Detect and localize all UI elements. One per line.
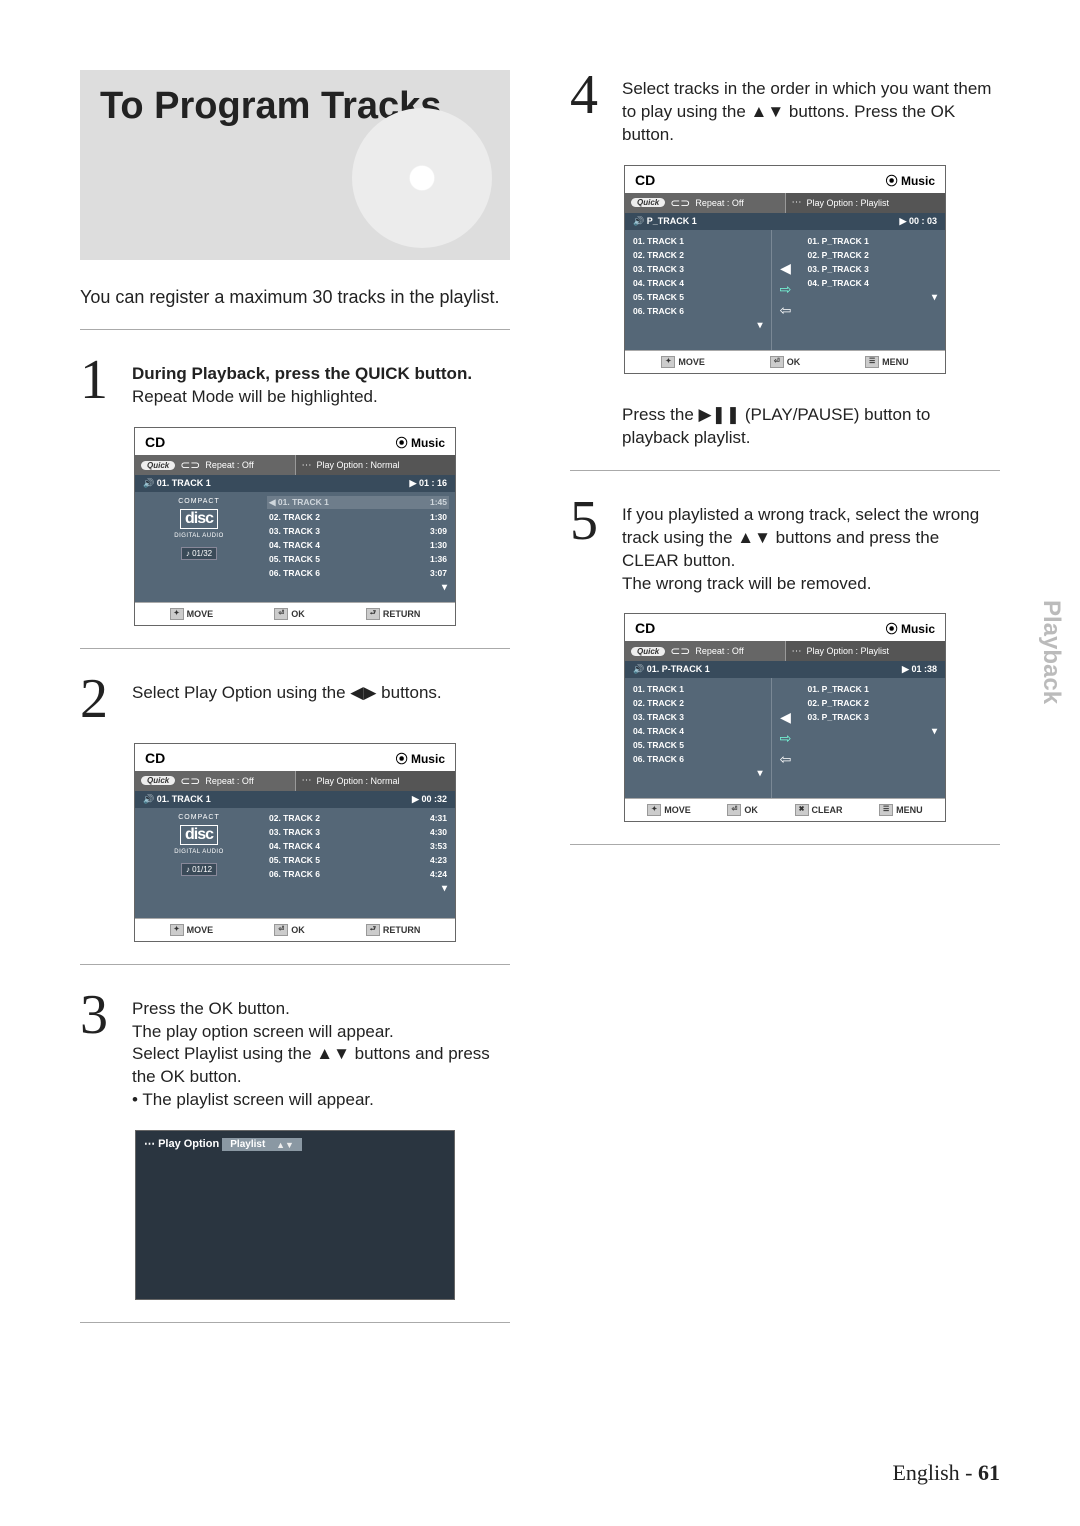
track-row: 02. TRACK 24:31 (267, 812, 449, 824)
track-row: 04. TRACK 4 (631, 277, 765, 289)
divider (80, 648, 510, 649)
track-row: 06. TRACK 64:24 (267, 868, 449, 880)
track-row: 02. P_TRACK 2 (806, 249, 940, 261)
arrow-right-icon: ⇨ (780, 281, 792, 298)
cd-ui-screen-2: CD ⦿ Music Quick ⊂⊃ Repeat : Off ⋯ Play … (134, 743, 456, 942)
option-row: Quick ⊂⊃ Repeat : Off ⋯ Play Option : No… (135, 455, 455, 475)
track-row: 01. P_TRACK 1 (806, 683, 940, 695)
track-row: 06. TRACK 63:07 (267, 567, 449, 579)
arrow-left-icon: ◀ (780, 260, 791, 277)
playlist-list: 01. P_TRACK 102. P_TRACK 203. P_TRACK 3▾ (800, 678, 946, 798)
playlist-selector: Playlist ▲▼ (222, 1138, 302, 1151)
step-3: 3 Press the OK button. The play option s… (80, 990, 510, 1113)
step-5: 5 If you playlisted a wrong track, selec… (570, 496, 1000, 596)
track-row: 01. P_TRACK 1 (806, 235, 940, 247)
track-row: 05. TRACK 5 (631, 291, 765, 303)
track-row: 04. TRACK 43:53 (267, 840, 449, 852)
step-text: Select Play Option using the ◀▶ buttons. (132, 674, 442, 724)
track-row: 03. P_TRACK 3 (806, 263, 940, 275)
cd-label: CD (145, 434, 165, 451)
step-text: Select tracks in the order in which you … (622, 70, 1000, 147)
divider (570, 844, 1000, 845)
track-row: 03. TRACK 3 (631, 263, 765, 275)
cd-label: CD (145, 750, 165, 767)
disc-logo: disc (180, 509, 218, 529)
track-row: ◀ 01. TRACK 11:45 (267, 496, 449, 509)
disc-graphic (352, 108, 492, 248)
track-list: ◀ 01. TRACK 11:45 02. TRACK 21:30 03. TRAC… (263, 492, 455, 602)
arrow-left2-icon: ⇦ (780, 302, 792, 319)
transfer-arrows: ◀⇨⇦ (772, 678, 800, 798)
source-list: 01. TRACK 1 02. TRACK 2 03. TRACK 3 04. TRA… (625, 230, 772, 350)
intro-text: You can register a maximum 30 tracks in … (80, 285, 510, 309)
cd-ui-screen-1: CD ⦿ Music Quick ⊂⊃ Repeat : Off ⋯ Play … (134, 427, 456, 626)
compact-label: COMPACT (178, 498, 219, 505)
step-number: 4 (570, 70, 612, 147)
track-row: 02. TRACK 21:30 (267, 511, 449, 523)
track-row: 02. TRACK 2 (631, 249, 765, 261)
divider (80, 1322, 510, 1323)
step-bold: During Playback, press the QUICK button. (132, 364, 472, 383)
play-option-screen: ⋯ Play Option Playlist ▲▼ (135, 1130, 455, 1300)
source-list: 01. TRACK 1 02. TRACK 2 03. TRACK 3 04. TRA… (625, 678, 772, 798)
step-number: 2 (80, 674, 122, 724)
music-label: ⦿ Music (396, 434, 445, 451)
track-count: ♪ 01/32 (181, 547, 217, 560)
track-row: 03. P_TRACK 3 (806, 711, 940, 723)
step-1: 1 During Playback, press the QUICK butto… (80, 355, 510, 409)
transfer-arrows: ◀ ⇨ ⇦ (772, 230, 800, 350)
divider (80, 329, 510, 330)
track-row: 01. TRACK 1 (631, 235, 765, 247)
divider (80, 964, 510, 965)
track-row: 05. TRACK 54:23 (267, 854, 449, 866)
track-row: 04. TRACK 41:30 (267, 539, 449, 551)
cd-ui-screen-5: CD ⦿ Music Quick ⊂⊃ Repeat : Off ⋯ Play … (624, 613, 946, 822)
step-2: 2 Select Play Option using the ◀▶ button… (80, 674, 510, 724)
step-text: Repeat Mode will be highlighted. (132, 387, 378, 406)
cd-ui-screen-4: CD ⦿ Music Quick ⊂⊃ Repeat : Off ⋯ Play … (624, 165, 946, 374)
step-number: 3 (80, 990, 122, 1113)
music-label: ⦿ Music (396, 750, 445, 767)
track-row: 03. TRACK 3 (631, 711, 765, 723)
step-number: 5 (570, 496, 612, 596)
track-row: 06. TRACK 6 (631, 753, 765, 765)
title-block: To Program Tracks (80, 70, 510, 260)
page-footer: English - 61 (570, 1460, 1000, 1486)
divider (570, 470, 1000, 471)
track-row: 05. TRACK 51:36 (267, 553, 449, 565)
step4-after: Press the ▶❚❚ (PLAY/PAUSE) button to pla… (622, 396, 1000, 450)
track-row: 04. P_TRACK 4 (806, 277, 940, 289)
track-row: 02. TRACK 2 (631, 697, 765, 709)
track-row: 05. TRACK 5 (631, 739, 765, 751)
track-row: 03. TRACK 33:09 (267, 525, 449, 537)
digital-audio-label: DIGITAL AUDIO (174, 533, 224, 539)
track-row: 01. TRACK 1 (631, 683, 765, 695)
step-number: 1 (80, 355, 122, 409)
playlist-list: 01. P_TRACK 1 02. P_TRACK 2 03. P_TRACK 3 0… (800, 230, 946, 350)
step-4: 4 Select tracks in the order in which yo… (570, 70, 1000, 147)
track-row: 04. TRACK 4 (631, 725, 765, 737)
track-row: 06. TRACK 6 (631, 305, 765, 317)
track-row: 02. P_TRACK 2 (806, 697, 940, 709)
track-row: 03. TRACK 34:30 (267, 826, 449, 838)
section-tab: Playback (1037, 600, 1065, 704)
track-list: 02. TRACK 24:31 03. TRACK 34:30 04. TRACK … (263, 808, 455, 918)
quick-pill: Quick (141, 461, 175, 470)
